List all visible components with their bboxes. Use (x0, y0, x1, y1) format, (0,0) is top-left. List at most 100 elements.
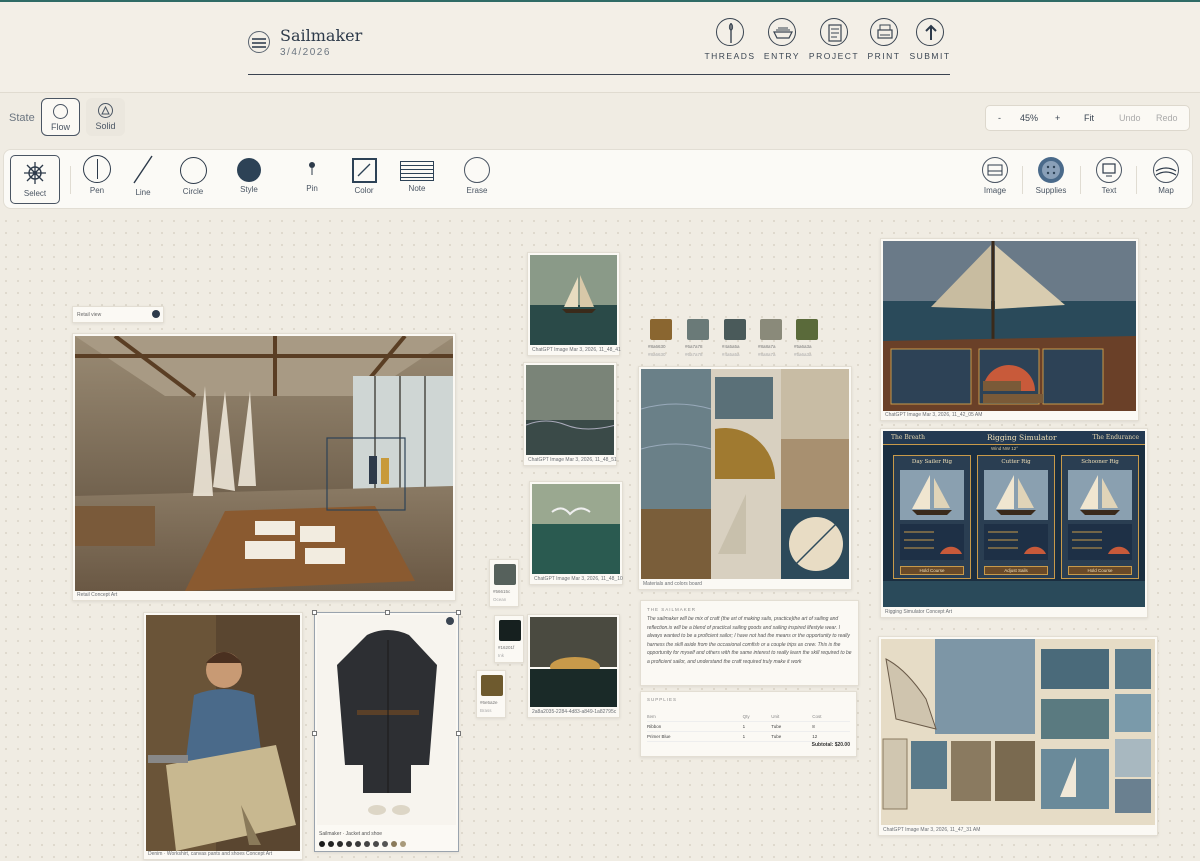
needle-icon (716, 18, 744, 46)
rigging-simulator-card[interactable]: The Breath Rigging Simulator The Enduran… (880, 428, 1148, 618)
resize-handle[interactable] (456, 610, 461, 615)
color-dot[interactable] (337, 841, 343, 847)
rig-action-button[interactable]: Hold Course (900, 566, 964, 575)
style-icon (237, 158, 261, 182)
state-solid-button[interactable]: Solid (86, 98, 125, 136)
sunset-sea-image (530, 617, 617, 707)
tool-supplies[interactable]: Supplies (1026, 155, 1076, 195)
rig-action-button[interactable]: Hold Course (1068, 566, 1132, 575)
nav-submit-label: SUBMIT (909, 51, 951, 61)
undo-button[interactable]: Undo (1119, 113, 1141, 123)
close-icon[interactable] (446, 617, 454, 625)
sailmaker-note-card[interactable]: THE SAILMAKER The sailmaker will be mix … (640, 600, 859, 686)
rigging-wind: Wind NW 12° (991, 446, 1019, 451)
color-dot[interactable] (328, 841, 334, 847)
table-row[interactable]: Primer Blue 1 Tube 12 (647, 731, 850, 742)
table-cell: Tube (771, 721, 813, 732)
table-header-row: Item Qty Unit Cost (647, 712, 850, 722)
tool-image-label: Image (983, 186, 1007, 195)
tool-select[interactable]: Select (10, 155, 60, 204)
retail-workshop-image (75, 336, 453, 591)
schooner-icon (984, 470, 1048, 520)
seagull-card[interactable]: ChatGPT Image Mar 3, 2026, 11_48_10 (529, 481, 623, 585)
tool-style[interactable]: Style (224, 155, 274, 194)
eraser-icon (464, 157, 490, 183)
tool-erase-label: Erase (466, 186, 488, 195)
color-dot[interactable] (373, 841, 379, 847)
resize-handle[interactable] (312, 610, 317, 615)
sunset-sea-card[interactable]: 2a8a2035-2284-4d83-a849-1a82795c (527, 614, 620, 718)
tool-erase[interactable]: Erase (452, 155, 502, 195)
swatch-hex-label: #16201f (498, 645, 515, 650)
palette-swatch-card[interactable]: #6a7a78 #6a7a78 (684, 316, 714, 362)
fit-button[interactable]: Fit (1084, 113, 1094, 123)
tool-pin[interactable]: Pin (287, 155, 337, 193)
retail-concept-card[interactable]: Retail Concept Art (72, 333, 456, 601)
table-row[interactable]: Ribbon 1 Tube 8 (647, 721, 850, 732)
color-dot[interactable] (382, 841, 388, 847)
table-cell: Tube (771, 731, 813, 742)
nav-entry[interactable]: ENTRY (754, 18, 810, 61)
schooner-icon (900, 470, 964, 520)
tool-map[interactable]: Map (1141, 155, 1191, 195)
swatch-hex-label: #4a5a5a (722, 344, 740, 349)
rig-action-button[interactable]: Adjust Sails (984, 566, 1048, 575)
tool-circle[interactable]: Circle (168, 155, 218, 196)
palette-swatch-card[interactable]: #8a8a7a #8a8a7a (757, 316, 787, 362)
loose-swatch-card[interactable]: #6e5a2e Brass (476, 670, 506, 718)
zoom-level: 45% (1020, 113, 1039, 123)
redo-button[interactable]: Redo (1156, 113, 1178, 123)
tool-color[interactable]: Color (339, 155, 389, 195)
denim-concept-card[interactable]: Denim · Workshirt, canvas pants and shoe… (143, 612, 303, 860)
color-swatch (724, 319, 746, 340)
coat-concept-card[interactable]: Sailmaker · Jacket and shoe (312, 610, 461, 852)
rig-panel[interactable]: Cutter Rig Adjust Sails (977, 455, 1055, 579)
supplies-card[interactable]: SUPPLIES Item Qty Unit Cost Ribbon 1 Tube 8 Prim… (640, 691, 857, 757)
table-cell: 8 (812, 721, 850, 732)
tool-note[interactable]: Note (392, 155, 442, 193)
tool-image[interactable]: Image (970, 155, 1020, 195)
loose-swatch-card[interactable]: #56615c Ocean (489, 559, 519, 607)
note-icon (400, 161, 434, 181)
loose-swatch-card[interactable]: #16201f Ink (494, 615, 524, 663)
nav-submit[interactable]: SUBMIT (902, 18, 958, 61)
sailboat-painting-card[interactable]: ChatGPT Image Mar 3, 2026, 11_48_41 (527, 252, 621, 356)
sail1-caption: ChatGPT Image Mar 3, 2026, 11_48_41 (532, 347, 621, 353)
supplies-icon (1038, 157, 1064, 183)
close-icon[interactable] (152, 310, 160, 318)
deck-concept-card[interactable]: ChatGPT Image Mar 3, 2026, 11_42_05 AM (880, 238, 1139, 421)
rig-panel[interactable]: Schooner Rig Hold Course (1061, 455, 1139, 579)
stormy-sea-card[interactable]: ChatGPT Image Mar 3, 2026, 11_48_51 (523, 362, 617, 466)
sailmaker-logo-icon[interactable] (248, 31, 270, 53)
sketch-collage-card[interactable]: ChatGPT Image Mar 3, 2026, 11_47_31 AM (878, 636, 1158, 836)
swatch-sub-label: #5a6a3a (794, 352, 812, 357)
color-dot[interactable] (364, 841, 370, 847)
color-dot[interactable] (319, 841, 325, 847)
color-dot[interactable] (400, 841, 406, 847)
zoom-in-button[interactable]: + (1055, 113, 1060, 123)
toolbar-separator-right-2 (1080, 166, 1081, 194)
state-flow-button[interactable]: Flow (41, 98, 80, 136)
zoom-out-button[interactable]: - (998, 113, 1001, 123)
nav-threads[interactable]: THREADS (702, 18, 758, 61)
resize-handle[interactable] (456, 731, 461, 736)
color-dot[interactable] (355, 841, 361, 847)
palette-swatch-card[interactable]: #4a5a5a #4a5a5a (721, 316, 751, 362)
resize-handle[interactable] (312, 731, 317, 736)
moodboard-card[interactable]: Materials and colors board (638, 366, 852, 590)
color-dot[interactable] (391, 841, 397, 847)
color-dot[interactable] (346, 841, 352, 847)
resize-handle[interactable] (385, 610, 390, 615)
tool-text[interactable]: Text (1084, 155, 1134, 195)
blueprint-icon (820, 18, 848, 46)
palette-swatch-card[interactable]: #8a6630 #8a6630 (647, 316, 677, 362)
rig-panel[interactable]: Day Sailer Rig Hold Course (893, 455, 971, 579)
table-cell: Qty (742, 712, 772, 722)
label-card[interactable]: Retail view (72, 306, 164, 323)
supplies-subtotal: Subtotal: $20.00 (811, 742, 850, 748)
palette-swatch-card[interactable]: #5a6a3a #5a6a3a (793, 316, 823, 362)
tool-line[interactable]: Line (118, 155, 168, 197)
tool-pen[interactable]: Pen (72, 155, 122, 195)
swatch-sub-label: #6a7a78 (685, 352, 703, 357)
nav-project[interactable]: PROJECT (806, 18, 862, 61)
